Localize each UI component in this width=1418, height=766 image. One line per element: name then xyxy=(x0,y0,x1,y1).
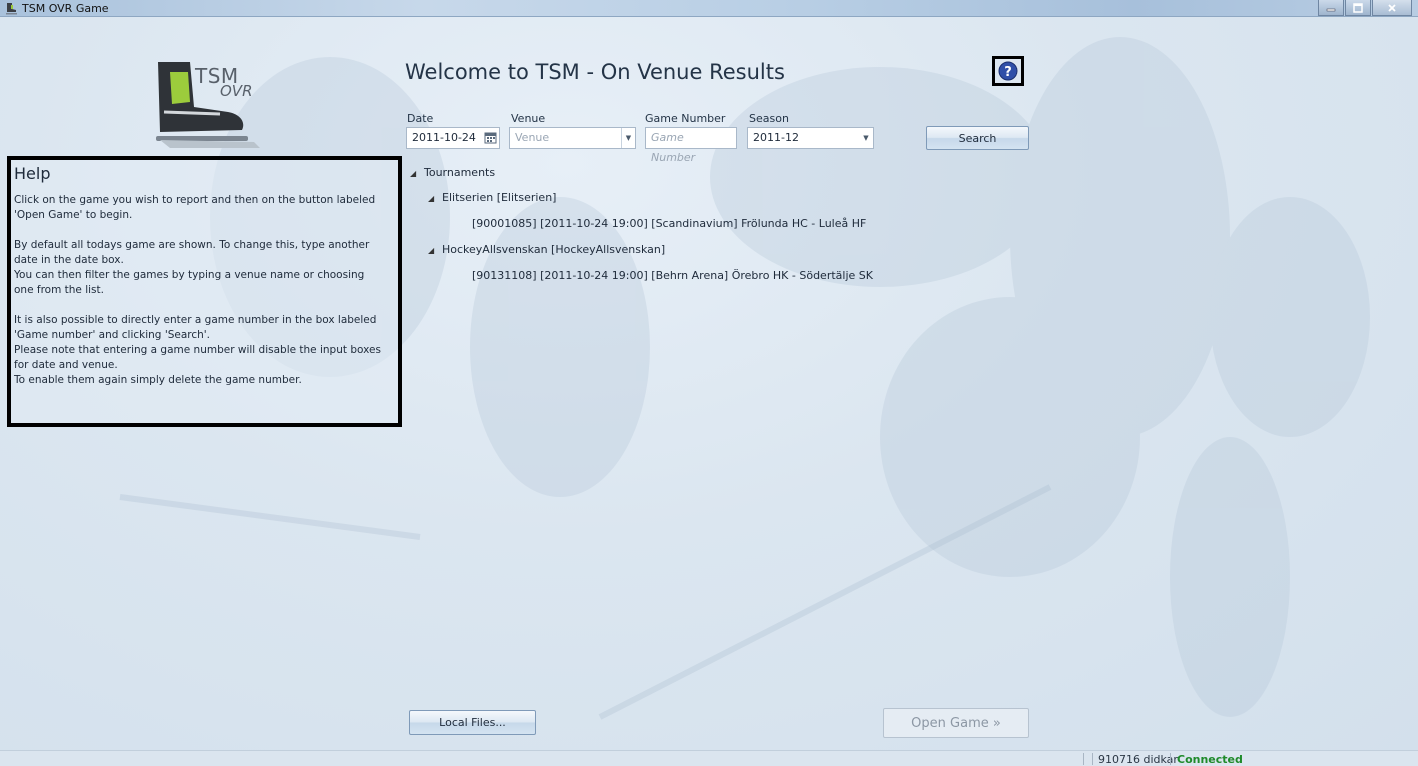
open-game-button[interactable]: Open Game » xyxy=(883,708,1029,738)
help-line: Please note that entering a game number … xyxy=(14,344,381,356)
help-button[interactable]: ? xyxy=(992,56,1024,86)
minimize-icon xyxy=(1326,8,1336,11)
help-line: 'Game number' and clicking 'Search'. xyxy=(14,329,210,341)
tree-node-label: HockeyAllsvenskan [HockeyAllsvenskan] xyxy=(442,243,666,256)
tree-node-elitserien[interactable]: ◢ Elitserien [Elitserien] xyxy=(428,189,556,207)
status-separator xyxy=(1170,753,1171,765)
local-files-button[interactable]: Local Files... xyxy=(409,710,536,735)
game-item-label: [90001085] [2011-10-24 19:00] [Scandinav… xyxy=(472,217,867,230)
status-separator xyxy=(1083,753,1084,765)
tree-node-tournaments[interactable]: ◢ Tournaments xyxy=(410,164,495,182)
close-button[interactable] xyxy=(1372,0,1412,16)
venue-dropdown-arrow-icon[interactable]: ▼ xyxy=(621,128,635,148)
date-label: Date xyxy=(407,112,434,125)
close-icon xyxy=(1388,3,1396,12)
venue-label: Venue xyxy=(511,112,546,125)
help-title: Help xyxy=(14,164,51,183)
game-number-label: Game Number xyxy=(645,112,726,125)
page-title: Welcome to TSM - On Venue Results xyxy=(405,60,785,84)
game-number-input[interactable]: Game Number xyxy=(645,127,737,164)
tree-node-hockeyallsvenskan[interactable]: ◢ HockeyAllsvenskan [HockeyAllsvenskan] xyxy=(428,241,665,259)
expand-arrow-icon[interactable]: ◢ xyxy=(410,165,424,183)
date-field[interactable]: 2011-10-24 xyxy=(406,127,500,149)
venue-placeholder: Venue xyxy=(515,131,550,144)
window-title: TSM OVR Game xyxy=(22,2,109,15)
help-line: for date and venue. xyxy=(14,359,118,371)
question-circle-icon: ? xyxy=(998,61,1018,81)
tree-game-item[interactable]: [90131108] [2011-10-24 19:00] [Behrn Are… xyxy=(472,267,873,285)
status-connection: Connected xyxy=(1177,753,1243,766)
minimize-button[interactable] xyxy=(1318,0,1344,16)
svg-text:?: ? xyxy=(1004,65,1012,80)
help-line: one from the list. xyxy=(14,284,104,296)
app-skate-icon xyxy=(6,3,17,15)
help-line: date in the date box. xyxy=(14,254,124,266)
maximize-icon xyxy=(1353,2,1363,13)
season-value: 2011-12 xyxy=(753,131,799,144)
status-separator xyxy=(1092,753,1093,765)
game-item-label: [90131108] [2011-10-24 19:00] [Behrn Are… xyxy=(472,269,873,282)
tree-node-label: Elitserien [Elitserien] xyxy=(442,191,557,204)
season-label: Season xyxy=(749,112,789,125)
calendar-icon[interactable] xyxy=(484,131,497,144)
help-paragraph: Click on the game you wish to report and… xyxy=(14,193,395,223)
venue-combobox[interactable]: Venue ▼ xyxy=(509,127,636,149)
help-line: You can then filter the games by typing … xyxy=(14,269,365,281)
maximize-button[interactable] xyxy=(1345,0,1371,16)
status-bar: 910716 didkar Connected xyxy=(0,750,1418,766)
help-line: By default all todays game are shown. To… xyxy=(14,239,370,251)
game-number-placeholder: Game Number xyxy=(651,131,696,164)
tree-node-label: Tournaments xyxy=(424,166,496,179)
search-button[interactable]: Search xyxy=(926,126,1029,150)
logo-text-ovr: OVR xyxy=(220,82,253,100)
help-paragraph: It is also possible to directly enter a … xyxy=(14,313,395,388)
expand-arrow-icon[interactable]: ◢ xyxy=(428,190,442,208)
tree-game-item[interactable]: [90001085] [2011-10-24 19:00] [Scandinav… xyxy=(472,215,866,233)
season-dropdown-arrow-icon[interactable]: ▼ xyxy=(859,128,873,148)
date-value: 2011-10-24 xyxy=(412,131,476,144)
season-combobox[interactable]: 2011-12 ▼ xyxy=(747,127,874,149)
expand-arrow-icon[interactable]: ◢ xyxy=(428,242,442,260)
help-line: Click on the game you wish to report and… xyxy=(14,194,376,206)
help-line: To enable them again simply delete the g… xyxy=(14,374,302,386)
help-paragraph: By default all todays game are shown. To… xyxy=(14,238,395,298)
help-panel: Help Click on the game you wish to repor… xyxy=(7,156,402,427)
help-line: It is also possible to directly enter a … xyxy=(14,314,377,326)
status-user: 910716 didkar xyxy=(1098,753,1178,766)
title-bar: TSM OVR Game xyxy=(0,0,1418,17)
help-line: 'Open Game' to begin. xyxy=(14,209,133,221)
